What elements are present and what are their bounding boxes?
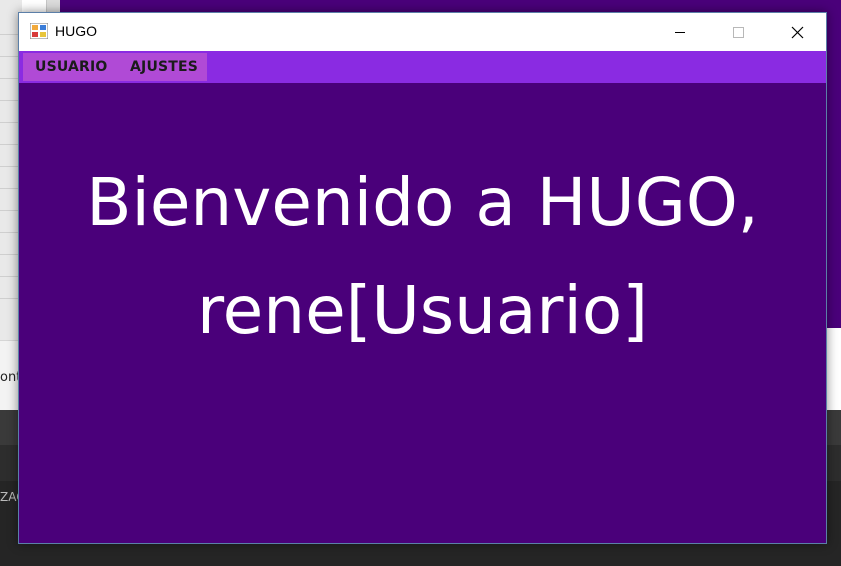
app-icon <box>30 23 48 39</box>
minimize-icon <box>675 32 685 33</box>
menu-bar: USUARIO AJUSTES <box>19 51 826 83</box>
background-panel-edge <box>827 328 841 410</box>
menu-item-ajustes[interactable]: AJUSTES <box>130 59 198 75</box>
welcome-line-2: rene[Usuario] <box>196 272 649 349</box>
welcome-message: Bienvenido a HUGO, rene[Usuario] <box>19 149 826 365</box>
window-title: HUGO <box>55 23 97 39</box>
close-button[interactable] <box>768 13 826 51</box>
background-scrollbar <box>46 0 61 12</box>
maximize-icon <box>733 27 744 38</box>
minimize-button[interactable] <box>651 13 709 51</box>
hugo-window: HUGO USUARIO AJUSTES Bienvenido a HUGO, … <box>18 12 827 544</box>
close-icon <box>791 26 804 39</box>
title-bar[interactable]: HUGO <box>19 13 826 51</box>
menu-item-usuario[interactable]: USUARIO <box>35 59 108 75</box>
maximize-button[interactable] <box>709 13 767 51</box>
welcome-line-1: Bienvenido a HUGO, <box>86 164 759 241</box>
